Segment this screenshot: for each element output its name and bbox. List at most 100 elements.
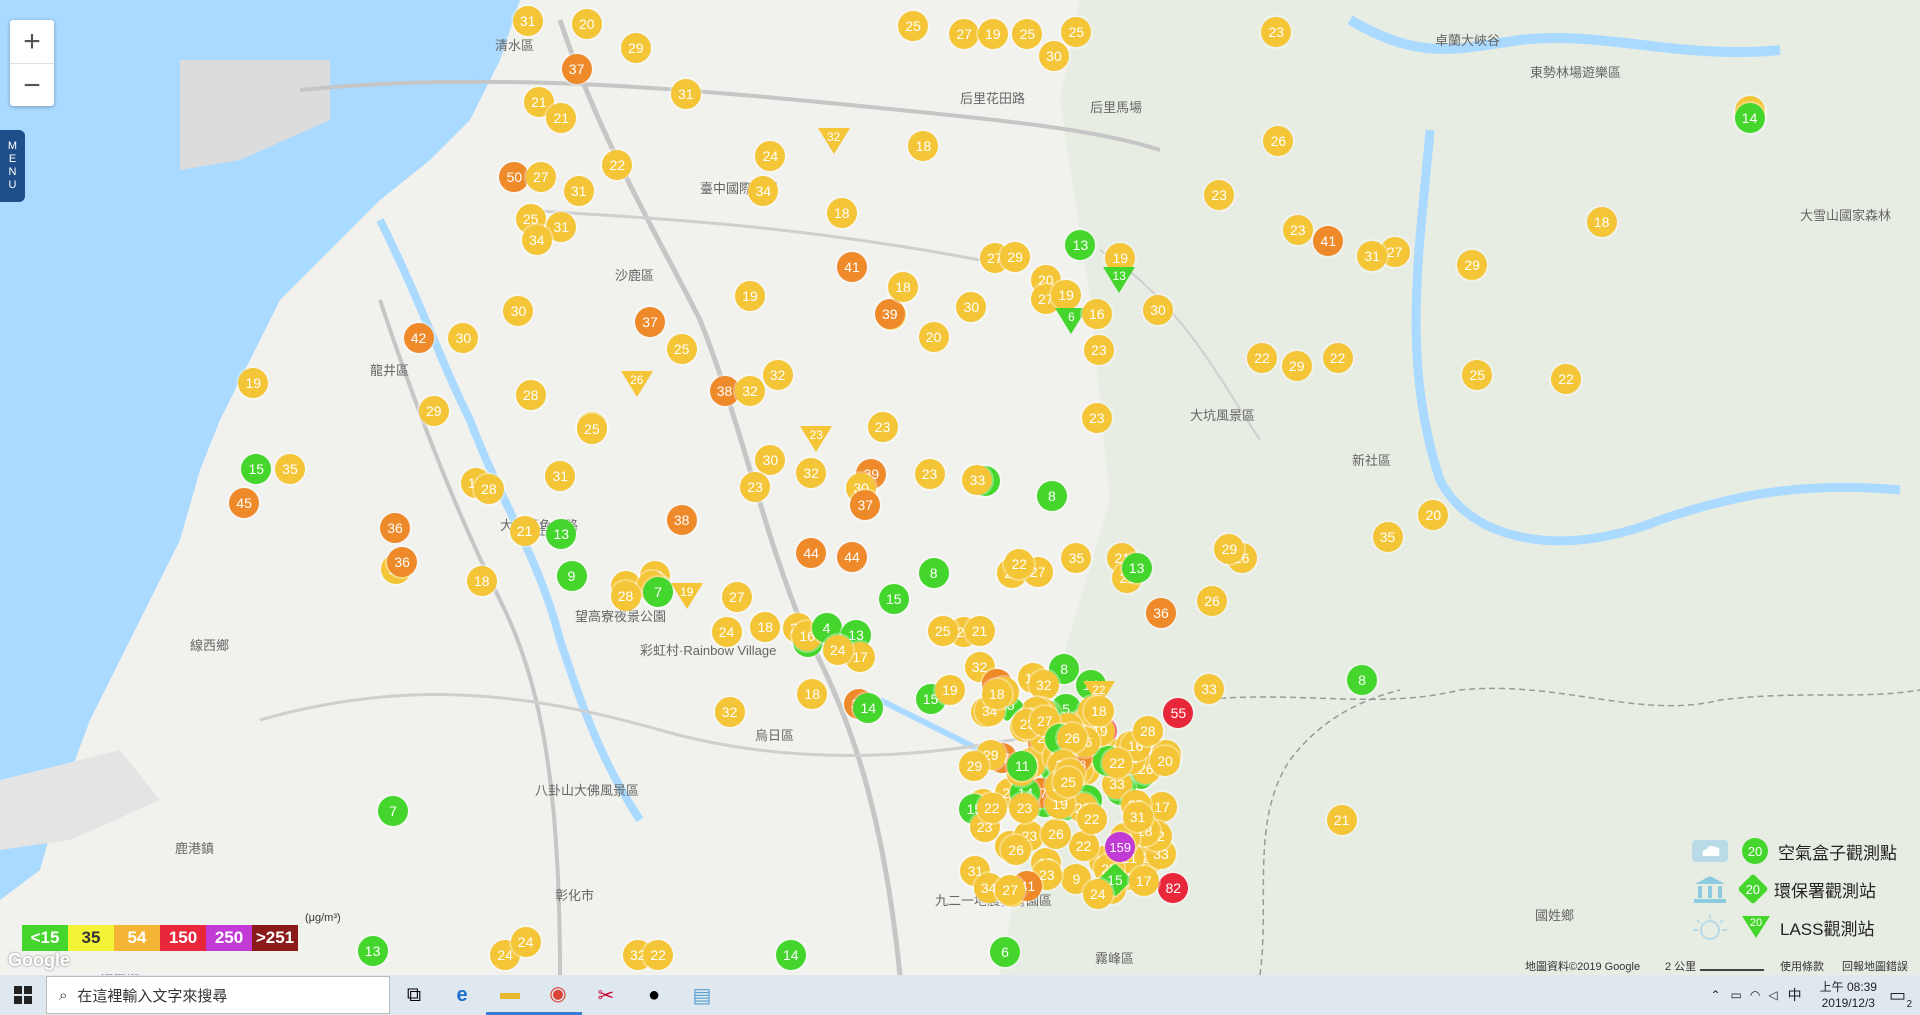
file-explorer-button[interactable]: ▬: [486, 975, 534, 1015]
airbox-marker[interactable]: 39: [874, 298, 905, 329]
airbox-marker[interactable]: 50: [499, 162, 530, 193]
airbox-marker[interactable]: 15: [241, 454, 272, 484]
airbox-marker[interactable]: 30: [1143, 294, 1173, 325]
airbox-marker[interactable]: 20: [571, 8, 602, 39]
airbox-marker[interactable]: 6: [990, 937, 1020, 968]
airbox-marker[interactable]: 26: [1197, 586, 1228, 617]
airbox-marker[interactable]: 159: [1105, 832, 1136, 862]
airbox-marker[interactable]: 44: [837, 541, 867, 572]
airbox-marker[interactable]: 14: [853, 692, 884, 723]
airbox-marker[interactable]: 32: [1028, 670, 1059, 700]
airbox-marker[interactable]: 31: [563, 175, 594, 206]
airbox-marker[interactable]: 8: [1347, 664, 1377, 695]
terms-link[interactable]: 使用條款: [1780, 958, 1824, 974]
airbox-marker[interactable]: 22: [1247, 343, 1278, 374]
battery-icon[interactable]: ▭: [1731, 988, 1742, 1002]
airbox-marker[interactable]: 21: [964, 616, 995, 646]
airbox-marker[interactable]: 18: [826, 197, 857, 228]
airbox-marker[interactable]: 25: [1012, 19, 1043, 50]
airbox-marker[interactable]: 22: [643, 940, 674, 970]
airbox-marker[interactable]: 29: [1281, 351, 1312, 382]
airbox-marker[interactable]: 25: [1061, 16, 1092, 47]
airbox-marker[interactable]: 32: [762, 359, 793, 390]
airbox-marker[interactable]: 33: [1194, 674, 1224, 705]
airbox-marker[interactable]: 26: [1041, 818, 1071, 849]
airbox-marker[interactable]: 8: [918, 557, 949, 588]
airbox-marker[interactable]: 32: [735, 375, 765, 406]
airbox-marker[interactable]: 82: [1158, 872, 1189, 903]
app-owl-button[interactable]: ●: [630, 975, 678, 1015]
chrome-app-button[interactable]: ◉: [534, 975, 582, 1015]
airbox-marker[interactable]: 36: [1146, 598, 1177, 629]
airbox-marker[interactable]: 32: [714, 697, 745, 727]
airbox-marker[interactable]: 23: [1261, 16, 1292, 47]
airbox-marker[interactable]: 37: [561, 54, 592, 85]
airbox-marker[interactable]: 18: [750, 611, 781, 642]
volume-icon[interactable]: ◁: [1768, 988, 1777, 1002]
airbox-marker[interactable]: 25: [666, 333, 697, 364]
airbox-marker[interactable]: 24: [711, 617, 742, 648]
airbox-marker[interactable]: 23: [914, 459, 945, 490]
menu-tab[interactable]: M E N U: [0, 130, 25, 202]
zoom-out-button[interactable]: −: [10, 64, 54, 107]
airbox-marker[interactable]: 21: [1326, 805, 1357, 835]
airbox-marker[interactable]: 19: [238, 367, 269, 398]
airbox-marker[interactable]: 30: [448, 323, 479, 354]
airbox-marker[interactable]: 19: [735, 281, 765, 312]
airbox-marker[interactable]: 28: [610, 580, 641, 611]
airbox-marker[interactable]: 30: [956, 292, 987, 322]
airbox-marker[interactable]: 20: [1418, 499, 1449, 530]
airbox-marker[interactable]: 25: [927, 616, 958, 646]
airbox-marker[interactable]: 22: [1068, 830, 1099, 861]
airbox-marker[interactable]: 22: [1551, 363, 1581, 394]
airbox-marker[interactable]: 25: [576, 413, 607, 444]
airbox-marker[interactable]: 28: [473, 474, 504, 505]
airbox-marker[interactable]: 35: [1061, 543, 1092, 574]
airbox-marker[interactable]: 55: [1163, 698, 1194, 729]
airbox-marker[interactable]: 27: [949, 19, 980, 50]
airbox-marker[interactable]: 29: [1214, 533, 1245, 564]
airbox-marker[interactable]: 29: [418, 395, 449, 426]
airbox-marker[interactable]: 32: [796, 458, 827, 489]
notification-center-button[interactable]: ▭ 2: [1889, 985, 1912, 1010]
airbox-marker[interactable]: 8: [1036, 481, 1067, 511]
airbox-marker[interactable]: 14: [775, 940, 806, 970]
airbox-marker[interactable]: 17: [1128, 865, 1159, 896]
airbox-marker[interactable]: 41: [837, 251, 867, 282]
airbox-marker[interactable]: 21: [509, 516, 540, 547]
wifi-icon[interactable]: ◠: [1750, 988, 1760, 1002]
airbox-marker[interactable]: 20: [918, 321, 949, 352]
airbox-marker[interactable]: 23: [740, 471, 771, 502]
airbox-marker[interactable]: 21: [546, 103, 577, 133]
report-map-error-link[interactable]: 回報地圖錯誤: [1842, 958, 1908, 974]
airbox-marker[interactable]: 7: [378, 795, 408, 826]
ime-indicator[interactable]: 中: [1788, 985, 1802, 1005]
airbox-marker[interactable]: 23: [867, 412, 898, 443]
snipping-tool-button[interactable]: ✂: [582, 975, 630, 1015]
airbox-marker[interactable]: 15: [878, 583, 909, 614]
airbox-marker[interactable]: 18: [908, 131, 939, 162]
taskbar-search-box[interactable]: ⌕ 在這裡輸入文字來搜尋: [46, 976, 390, 1014]
lass-station-marker[interactable]: 32: [817, 127, 850, 154]
airbox-marker[interactable]: 35: [1372, 521, 1403, 552]
airbox-marker[interactable]: 30: [755, 444, 786, 475]
airbox-marker[interactable]: 27: [525, 162, 556, 193]
airbox-marker[interactable]: 16: [1081, 298, 1112, 329]
airbox-marker[interactable]: 30: [1038, 40, 1069, 71]
airbox-marker[interactable]: 35: [274, 454, 305, 484]
airbox-marker[interactable]: 24: [822, 634, 853, 665]
airbox-marker[interactable]: 26: [1057, 722, 1088, 753]
map-canvas[interactable]: 清水區沙鹿區龍井區大肚區烏日區彰化市鹿港鎮線西鄉福興鄉新社區后里花田路臺中國際機…: [0, 0, 1920, 975]
airbox-marker[interactable]: 34: [748, 175, 779, 206]
taskbar-clock[interactable]: 上午 08:39 2019/12/3: [1820, 979, 1877, 1011]
airbox-marker[interactable]: 45: [229, 487, 260, 518]
airbox-marker[interactable]: 31: [670, 78, 701, 109]
airbox-marker[interactable]: 22: [1076, 803, 1107, 834]
airbox-marker[interactable]: 28: [515, 379, 546, 410]
airbox-marker[interactable]: 26: [1001, 834, 1032, 865]
airbox-marker[interactable]: 31: [545, 460, 576, 491]
airbox-marker[interactable]: 24: [510, 926, 541, 957]
airbox-marker[interactable]: 19: [977, 19, 1008, 50]
airbox-marker[interactable]: 25: [1053, 767, 1084, 798]
airbox-marker[interactable]: 37: [635, 306, 666, 337]
